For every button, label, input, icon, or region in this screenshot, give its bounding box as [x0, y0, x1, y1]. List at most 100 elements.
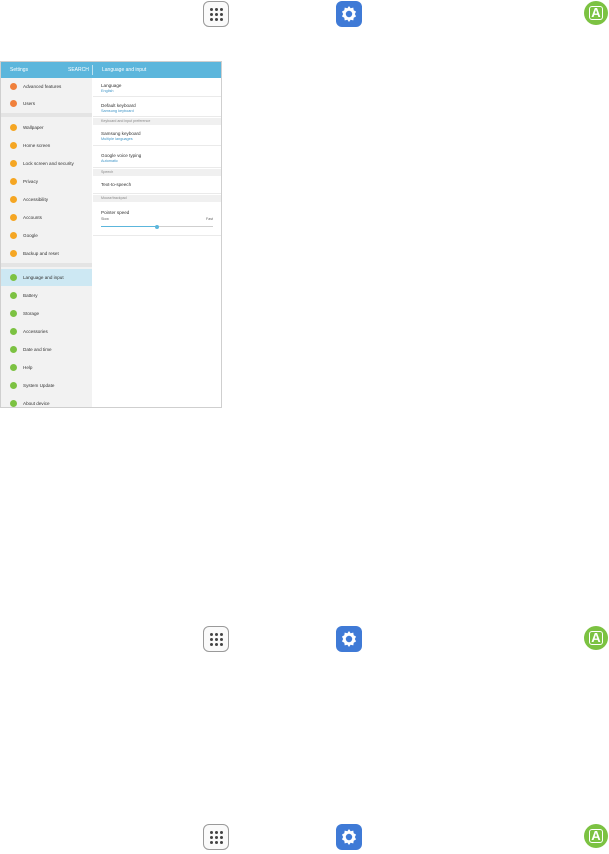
sidebar-item-label: Users — [23, 101, 35, 106]
sidebar-item-label: Battery — [23, 293, 38, 298]
slow-label: Slow — [101, 217, 109, 221]
accessories-icon — [10, 328, 17, 335]
sidebar-item-accessibility[interactable]: Accessibility — [1, 191, 92, 208]
sidebar-item-label: About device — [23, 401, 50, 406]
sidebar-item-date-time[interactable]: Date and time — [1, 341, 92, 358]
icon-row-3: A — [0, 824, 609, 854]
sidebar-item-label: Advanced features — [23, 84, 62, 89]
apps-grid-icon[interactable] — [203, 626, 229, 652]
sidebar-item-users[interactable]: Users — [1, 95, 92, 112]
sidebar-item-about-device[interactable]: About device — [1, 395, 92, 407]
battery-icon — [10, 292, 17, 299]
default-keyboard-value: Samsung keyboard — [101, 109, 134, 113]
language-title: Language — [101, 83, 122, 88]
sidebar-item-label: Storage — [23, 311, 40, 316]
sidebar-divider — [1, 263, 92, 267]
section-header-label: Mouse/trackpad — [101, 196, 127, 200]
sidebar-item-advanced-features[interactable]: Advanced features — [1, 78, 92, 95]
language-glyph: A — [591, 828, 601, 843]
sidebar-item-wallpaper[interactable]: Wallpaper — [1, 119, 92, 136]
samsung-keyboard-value: Multiple languages — [101, 137, 133, 141]
pointer-speed-title: Pointer speed — [101, 210, 130, 215]
slider-knob[interactable] — [155, 224, 159, 229]
sidebar-item-label: Google — [23, 233, 38, 238]
search-button[interactable]: SEARCH — [68, 62, 89, 78]
topbar-divider — [92, 65, 93, 75]
apps-grid-icon[interactable] — [203, 824, 229, 850]
icon-row-2: A — [0, 626, 609, 656]
sidebar-item-storage[interactable]: Storage — [1, 305, 92, 322]
sidebar-item-label: Wallpaper — [23, 125, 44, 130]
backup-icon — [10, 250, 17, 257]
sidebar-item-label: Accounts — [23, 215, 42, 220]
samsung-keyboard-title: Samsung keyboard — [101, 131, 141, 136]
language-a-icon[interactable]: A — [584, 1, 608, 25]
google-voice-value: Automatic — [101, 159, 118, 163]
language-a-icon[interactable]: A — [584, 626, 608, 650]
users-icon — [10, 100, 17, 107]
update-icon — [10, 382, 17, 389]
sidebar-item-label: Backup and reset — [23, 251, 59, 256]
detail-title: Language and input — [102, 67, 147, 73]
settings-sidebar: Advanced features Users Wallpaper Home s… — [1, 78, 92, 407]
sidebar-item-backup-reset[interactable]: Backup and reset — [1, 245, 92, 262]
sidebar-item-label: Help — [23, 365, 33, 370]
sidebar-item-home-screen[interactable]: Home screen — [1, 137, 92, 154]
lock-icon — [10, 160, 17, 167]
sidebar-item-privacy[interactable]: Privacy — [1, 173, 92, 190]
section-header: Keyboard and input preference — [93, 118, 221, 125]
accessibility-icon — [10, 196, 17, 203]
sidebar-item-label: Home screen — [23, 143, 51, 148]
pointer-speed-slider[interactable] — [101, 224, 213, 229]
language-row[interactable]: Language English — [93, 78, 221, 97]
sidebar-item-help[interactable]: Help — [1, 359, 92, 376]
section-header: Mouse/trackpad — [93, 195, 221, 202]
advanced-features-icon — [10, 83, 17, 90]
storage-icon — [10, 310, 17, 317]
language-value: English — [101, 89, 114, 93]
google-voice-title: Google voice typing — [101, 153, 142, 158]
default-keyboard-row[interactable]: Default keyboard Samsung keyboard — [93, 97, 221, 117]
privacy-icon — [10, 178, 17, 185]
gear-icon[interactable] — [336, 824, 362, 850]
sidebar-item-label: Accessories — [23, 329, 48, 334]
sidebar-item-label: Accessibility — [23, 197, 49, 202]
tts-title: Text-to-speech — [101, 182, 132, 187]
google-icon — [10, 232, 17, 239]
sidebar-item-label: Date and time — [23, 347, 52, 352]
settings-topbar: Settings SEARCH Language and input — [1, 62, 221, 78]
sidebar-item-system-update[interactable]: System Update — [1, 377, 92, 394]
detail-pane: Language English Default keyboard Samsun… — [93, 78, 221, 407]
settings-title: Settings — [10, 67, 29, 73]
gear-icon[interactable] — [336, 626, 362, 652]
sidebar-item-language-input[interactable]: Language and input — [1, 269, 92, 286]
apps-grid-icon[interactable] — [203, 1, 229, 27]
info-icon — [10, 400, 17, 407]
language-glyph: A — [591, 5, 601, 20]
gear-icon[interactable] — [336, 1, 362, 27]
sidebar-item-label: Language and input — [23, 275, 64, 280]
sidebar-item-lock-screen[interactable]: Lock screen and security — [1, 155, 92, 172]
language-icon — [10, 274, 17, 281]
fast-label: Fast — [206, 217, 213, 221]
section-header-label: Keyboard and input preference — [101, 119, 151, 123]
clock-icon — [10, 346, 17, 353]
accounts-icon — [10, 214, 17, 221]
sidebar-item-label: Lock screen and security — [23, 161, 74, 166]
icon-row-1: A — [0, 1, 609, 31]
sidebar-item-google[interactable]: Google — [1, 227, 92, 244]
language-glyph: A — [591, 630, 601, 645]
tts-row[interactable]: Text-to-speech — [93, 176, 221, 194]
help-icon — [10, 364, 17, 371]
samsung-keyboard-row[interactable]: Samsung keyboard Multiple languages — [93, 125, 221, 146]
google-voice-row[interactable]: Google voice typing Automatic — [93, 146, 221, 168]
sidebar-item-label: System Update — [23, 383, 55, 388]
section-header: Speech — [93, 169, 221, 176]
sidebar-item-accounts[interactable]: Accounts — [1, 209, 92, 226]
sidebar-item-accessories[interactable]: Accessories — [1, 323, 92, 340]
wallpaper-icon — [10, 124, 17, 131]
settings-screenshot: Settings SEARCH Language and input Advan… — [0, 61, 222, 408]
sidebar-item-battery[interactable]: Battery — [1, 287, 92, 304]
language-a-icon[interactable]: A — [584, 824, 608, 848]
slider-fill — [101, 226, 157, 227]
